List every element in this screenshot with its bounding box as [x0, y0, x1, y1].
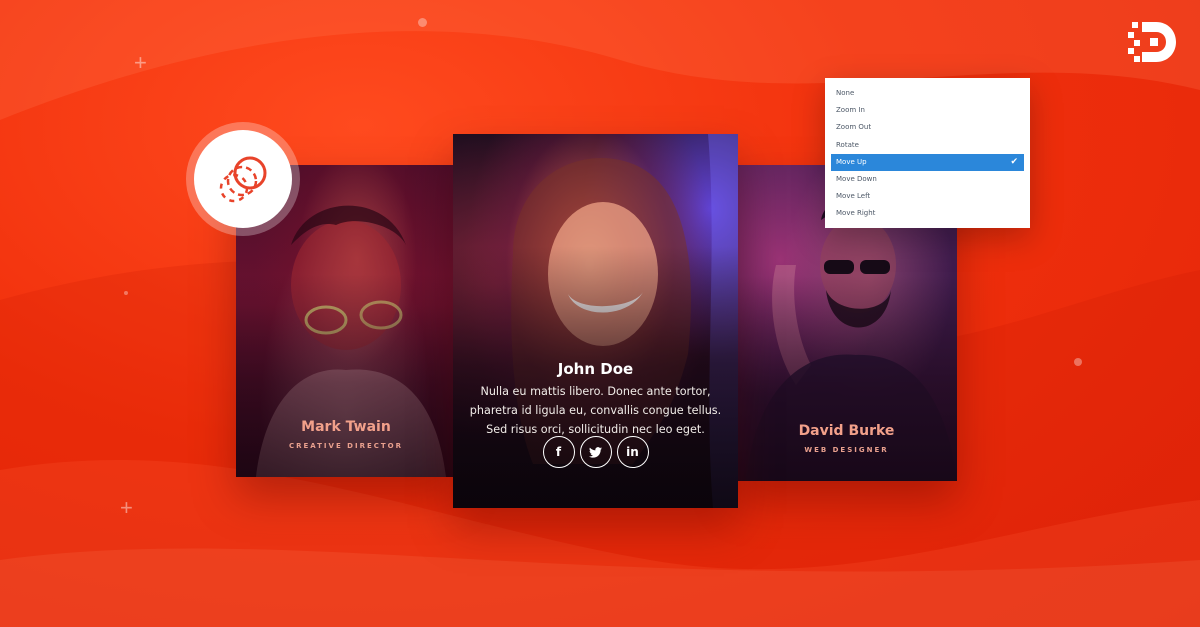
linkedin-icon[interactable]: in	[616, 436, 649, 468]
facebook-icon[interactable]: f	[542, 436, 575, 468]
social-links: f in	[453, 436, 738, 468]
member-role: WEB DESIGNER	[804, 446, 889, 454]
hover-effect-circles-icon	[194, 130, 292, 228]
member-name: David Burke	[798, 423, 895, 439]
member-name: John Doe	[557, 360, 634, 378]
module-icon-badge	[186, 122, 300, 236]
dropdown-option-none[interactable]: None	[831, 85, 1024, 102]
dot-decoration	[124, 291, 128, 295]
dropdown-option-zoom-in[interactable]: Zoom In	[831, 102, 1024, 119]
plus-decoration-icon: +	[120, 495, 133, 520]
dropdown-option-move-up[interactable]: Move Up ✔	[831, 153, 1024, 171]
member-bio: Nulla eu mattis libero. Donec ante torto…	[469, 385, 722, 436]
dropdown-option-rotate[interactable]: Rotate	[831, 137, 1024, 154]
checkmark-icon: ✔	[1010, 156, 1018, 167]
dot-decoration	[418, 18, 427, 27]
twitter-icon[interactable]	[579, 436, 612, 468]
team-member-card-center[interactable]: John Doe Nulla eu mattis libero. Donec a…	[453, 134, 738, 508]
dropdown-option-label: Move Up	[836, 157, 867, 166]
dropdown-option-move-left[interactable]: Move Left	[831, 188, 1024, 205]
dropdown-option-move-right[interactable]: Move Right	[831, 205, 1024, 222]
divi-d-logo-icon	[1128, 18, 1180, 66]
dropdown-option-move-down[interactable]: Move Down	[831, 171, 1024, 188]
hover-effect-dropdown[interactable]: None Zoom In Zoom Out Rotate Move Up ✔ M…	[825, 78, 1030, 228]
member-name: Mark Twain	[301, 419, 391, 435]
dot-decoration	[1074, 358, 1082, 366]
plus-decoration-icon: +	[134, 50, 147, 75]
dropdown-option-zoom-out[interactable]: Zoom Out	[831, 119, 1024, 136]
member-role: CREATIVE DIRECTOR	[288, 442, 404, 450]
